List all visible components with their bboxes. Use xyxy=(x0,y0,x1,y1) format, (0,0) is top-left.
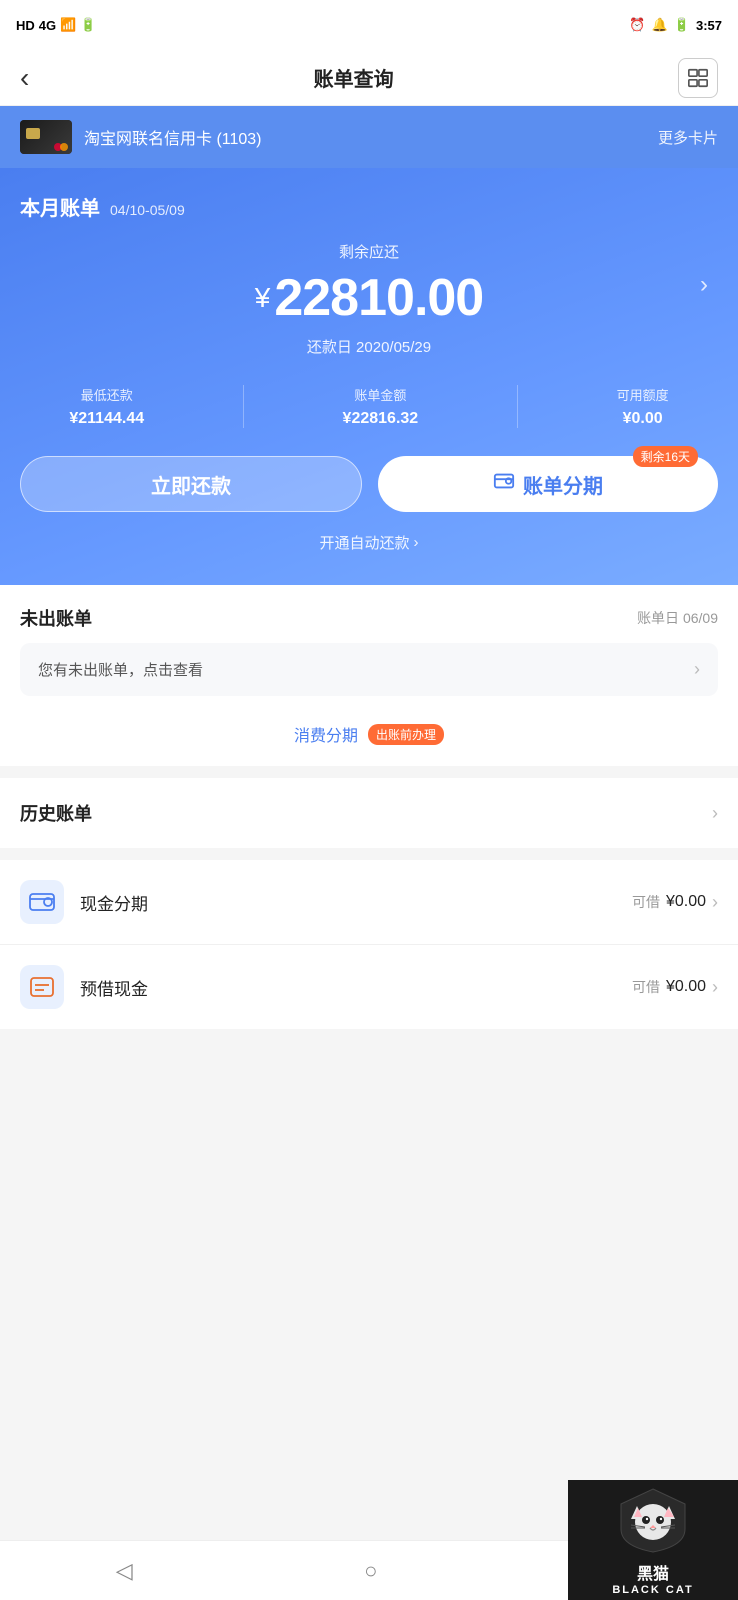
bell-icon: 🔔 xyxy=(652,17,668,33)
status-right: ⏰ 🔔 🔋 3:57 xyxy=(629,17,722,33)
time-display: 3:57 xyxy=(696,18,722,33)
cash-installment-item[interactable]: 现金分期 可借 ¥0.00 › xyxy=(0,860,738,945)
due-date-value: 2020/05/29 xyxy=(356,339,431,356)
billing-period: 本月账单 04/10-05/09 xyxy=(20,192,718,221)
status-bar: HD 4G 📶 🔋 ⏰ 🔔 🔋 3:57 xyxy=(0,0,738,50)
main-billing-section: 本月账单 04/10-05/09 剩余应还 ¥ 22810.00 › 还款日 2… xyxy=(0,168,738,585)
auto-pay-link[interactable]: 开通自动还款 › xyxy=(20,532,718,553)
settings-button[interactable] xyxy=(678,58,718,98)
unpublished-section: 未出账单 账单日 06/09 您有未出账单，点击查看 › 消费分期 出账前办理 xyxy=(0,585,738,766)
card-selector[interactable]: 淘宝网联名信用卡 (1103) 更多卡片 xyxy=(0,106,738,168)
repay-button[interactable]: 立即还款 xyxy=(20,456,362,512)
billing-date-label: 账单日 xyxy=(637,610,679,626)
unpublished-header: 未出账单 账单日 06/09 xyxy=(0,585,738,643)
history-title: 历史账单 xyxy=(20,800,92,826)
auto-pay-text: 开通自动还款 xyxy=(319,532,409,553)
unpublished-link[interactable]: 您有未出账单，点击查看 › xyxy=(20,643,718,696)
cat-cn-text: 黑猫 xyxy=(637,1560,669,1584)
more-cards-button[interactable]: 更多卡片 xyxy=(658,127,718,148)
bill-amount-value: ¥22816.32 xyxy=(343,410,419,428)
action-buttons: 立即还款 剩余16天 账单分期 xyxy=(20,456,718,512)
wifi-icon: 📶 xyxy=(60,17,76,33)
signal-text: HD xyxy=(16,18,35,33)
services-section: 现金分期 可借 ¥0.00 › 预借现金 可借 ¥0.00 › xyxy=(0,860,738,1029)
advance-cash-icon-wrap xyxy=(20,965,64,1009)
min-payment-label: 最低还款 xyxy=(69,385,144,404)
battery-icon: 🔋 xyxy=(674,17,690,33)
installment-button-wrap: 剩余16天 账单分期 xyxy=(378,456,718,512)
card-chip xyxy=(26,128,40,139)
alarm-icon: ⏰ xyxy=(629,17,645,33)
auto-pay-arrow: › xyxy=(414,534,419,551)
remaining-label: 剩余应还 xyxy=(20,241,718,262)
advance-service-left: 预借现金 xyxy=(20,965,148,1009)
min-payment-value: ¥21144.44 xyxy=(69,410,144,428)
cash-installment-label: 可借 xyxy=(632,892,660,912)
signal-bars: 🔋 xyxy=(80,17,96,33)
billing-date: 04/10-05/09 xyxy=(110,202,185,218)
unpublished-date: 账单日 06/09 xyxy=(637,608,718,628)
available-credit-label: 可用额度 xyxy=(617,385,669,404)
due-date: 还款日 2020/05/29 xyxy=(20,336,718,357)
network-icon: 4G xyxy=(39,18,56,33)
cash-installment-value: ¥0.00 xyxy=(666,893,706,911)
advance-cash-value: ¥0.00 xyxy=(666,978,706,996)
stats-row: 最低还款 ¥21144.44 账单金额 ¥22816.32 可用额度 ¥0.00 xyxy=(20,385,718,428)
cash-installment-chevron: › xyxy=(712,892,718,913)
history-chevron-icon: › xyxy=(712,803,718,824)
card-name: 淘宝网联名信用卡 (1103) xyxy=(84,125,262,149)
advance-cash-name: 预借现金 xyxy=(80,975,148,1000)
black-cat-watermark: 黑猫 BLACK CAT xyxy=(568,1480,738,1600)
nav-back-button[interactable]: ◁ xyxy=(86,1548,163,1594)
amount-row: ¥ 22810.00 xyxy=(20,268,718,328)
installment-button-label: 账单分期 xyxy=(523,470,603,499)
cash-installment-name: 现金分期 xyxy=(80,890,148,915)
billing-title: 本月账单 xyxy=(20,192,100,221)
billing-date-value: 06/09 xyxy=(683,610,718,626)
consumption-installment-row[interactable]: 消费分期 出账前办理 xyxy=(0,708,738,766)
amount-section[interactable]: 剩余应还 ¥ 22810.00 › xyxy=(20,241,718,328)
unpublished-link-text: 您有未出账单，点击查看 xyxy=(38,659,203,680)
stat-divider-2 xyxy=(517,385,518,428)
status-left: HD 4G 📶 🔋 xyxy=(16,17,97,33)
amount-arrow[interactable]: › xyxy=(700,271,708,299)
installment-icon xyxy=(493,470,515,498)
unpublished-title: 未出账单 xyxy=(20,605,92,631)
cat-en-text: BLACK CAT xyxy=(612,1584,693,1596)
days-badge: 剩余16天 xyxy=(633,446,698,467)
xf-link-text: 消费分期 xyxy=(294,722,358,746)
min-payment-stat: 最低还款 ¥21144.44 xyxy=(69,385,144,428)
amount-value: 22810.00 xyxy=(274,268,483,328)
advance-cash-chevron: › xyxy=(712,977,718,998)
card-info: 淘宝网联名信用卡 (1103) xyxy=(20,120,262,154)
available-credit-stat: 可用额度 ¥0.00 xyxy=(617,385,669,428)
stat-divider-1 xyxy=(243,385,244,428)
page-title: 账单查询 xyxy=(314,63,394,92)
xf-badge: 出账前办理 xyxy=(368,724,444,745)
chevron-right-icon: › xyxy=(694,659,700,680)
due-date-label: 还款日 xyxy=(307,339,352,356)
nav-bar: ‹ 账单查询 xyxy=(0,50,738,106)
advance-cash-label: 可借 xyxy=(632,977,660,997)
nav-home-button[interactable]: ○ xyxy=(334,1548,407,1594)
cash-installment-right: 可借 ¥0.00 › xyxy=(632,892,718,913)
cash-installment-icon-wrap xyxy=(20,880,64,924)
card-brand xyxy=(54,143,68,151)
bill-amount-label: 账单金额 xyxy=(343,385,419,404)
available-credit-value: ¥0.00 xyxy=(617,410,669,428)
back-button[interactable]: ‹ xyxy=(20,62,29,94)
advance-cash-item[interactable]: 预借现金 可借 ¥0.00 › xyxy=(0,945,738,1029)
bill-amount-stat: 账单金额 ¥22816.32 xyxy=(343,385,419,428)
history-section[interactable]: 历史账单 › xyxy=(0,778,738,848)
card-thumbnail xyxy=(20,120,72,154)
currency-symbol: ¥ xyxy=(255,282,271,314)
service-left: 现金分期 xyxy=(20,880,148,924)
advance-cash-right: 可借 ¥0.00 › xyxy=(632,977,718,998)
